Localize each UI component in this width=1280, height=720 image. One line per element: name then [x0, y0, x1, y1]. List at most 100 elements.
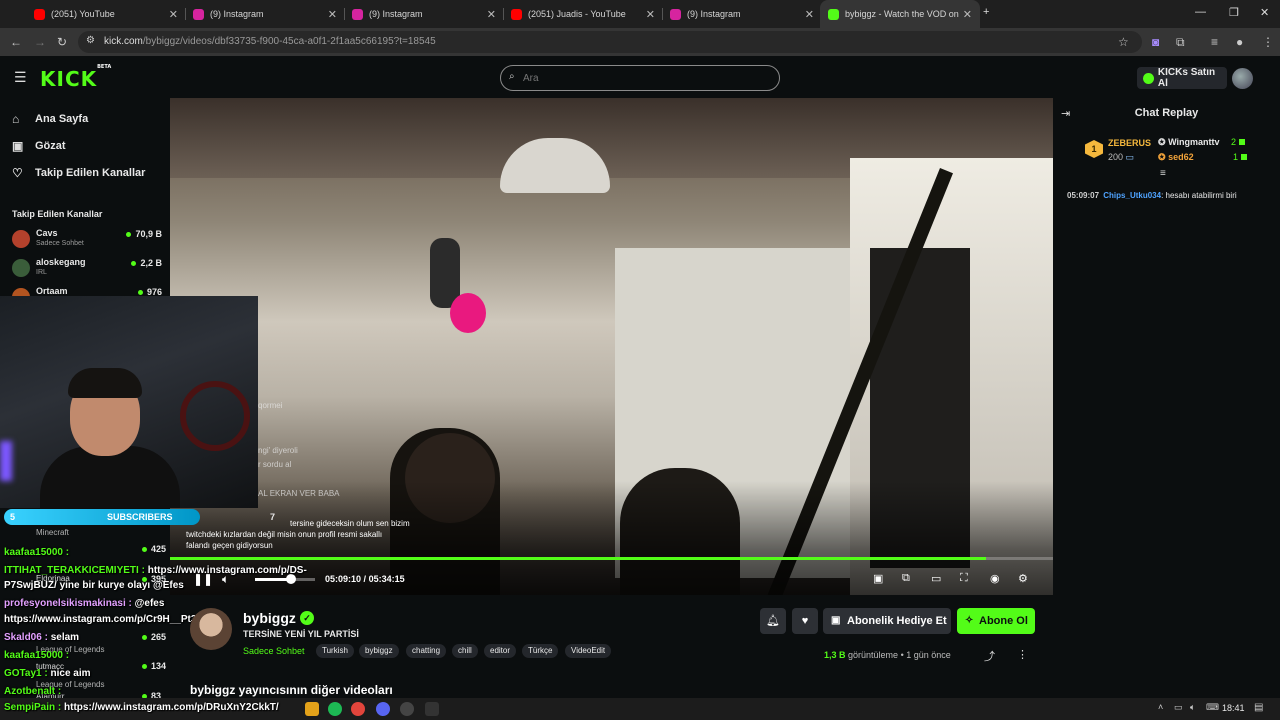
os-taskbar: SempiPain : https://www.instagram.com/p/… — [0, 698, 1280, 720]
streamer-name[interactable]: bybiggz — [243, 610, 296, 626]
overlay-chat-line: Skald06 : selam — [4, 632, 80, 643]
kick-icon — [828, 8, 839, 20]
address-bar[interactable]: ⚙ kick.com/bybiggz/videos/dbf33735-f900-… — [78, 31, 1142, 53]
chat-message: 05:09:07 Chips_Utku034: hesabı atabilirm… — [1067, 191, 1237, 200]
stream-tag[interactable]: Turkish — [316, 644, 354, 658]
settings-gear-icon[interactable]: ⚙ — [1018, 572, 1028, 585]
back-icon[interactable]: ← — [10, 35, 22, 49]
browser-tab[interactable]: (2051) YouTube ✕ — [26, 0, 186, 28]
stream-tag[interactable]: chatting — [406, 644, 447, 658]
gift-subscription-button[interactable]: Abonelik Hediye Et — [823, 608, 951, 634]
follow-heart-button[interactable]: ♥ — [792, 608, 818, 634]
stream-category[interactable]: Sadece Sohbet — [243, 646, 305, 656]
channel-category: IRL — [36, 269, 47, 276]
stream-tag[interactable]: VideoEdit — [565, 644, 612, 658]
stream-tag[interactable]: chill — [452, 644, 478, 658]
obs-icon[interactable] — [400, 702, 414, 716]
overlay-chat-line: Azotbenalt : — [4, 686, 62, 697]
browser-toolbar: ← → ↻ ⚙ kick.com/bybiggz/videos/dbf33735… — [0, 28, 1280, 56]
nav-following[interactable]: ♡ Takip Edilen Kanallar — [12, 166, 145, 180]
followed-channel[interactable]: aloskegang IRL 2,2 B — [12, 256, 162, 282]
more-options-icon[interactable]: ⋮ — [1017, 648, 1028, 661]
chrome-icon[interactable] — [351, 702, 365, 716]
overlay-faint-text: tersine gideceksin olum sen bizim — [290, 519, 410, 528]
channel-name: aloskegang — [36, 257, 86, 267]
browser-tab[interactable]: (2051) Juadis - YouTube ✕ — [503, 0, 663, 28]
kick-logo[interactable]: KICKBETA — [40, 64, 111, 91]
reload-icon[interactable]: ↻ — [57, 35, 67, 49]
browser-tab-active[interactable]: bybiggz - Watch the VOD on K ✕ — [820, 0, 980, 28]
leader-name[interactable]: ZEBERUS — [1108, 138, 1151, 148]
stream-tag[interactable]: bybiggz — [359, 644, 399, 658]
reading-list-icon[interactable]: ≡ — [1211, 35, 1218, 49]
tab-title: (9) Instagram — [369, 9, 423, 19]
speaker-icon[interactable]: 🔈︎ — [1190, 702, 1195, 713]
streamer-avatar[interactable] — [190, 608, 232, 650]
close-icon[interactable]: ✕ — [646, 8, 655, 21]
overlay-faint-text: qormei — [258, 401, 283, 410]
kicks-coin-icon — [1143, 72, 1154, 84]
leader-name[interactable]: ✪ Wingmanttv — [1158, 137, 1219, 148]
window-close-icon[interactable]: ✕ — [1260, 6, 1269, 19]
file-explorer-icon[interactable] — [305, 702, 319, 716]
close-icon[interactable]: ✕ — [487, 8, 496, 21]
browser-menu-icon[interactable]: ⋮ — [1262, 35, 1274, 49]
tab-title: (2051) Juadis - YouTube — [528, 9, 626, 19]
followed-channel[interactable]: Cavs Sadece Sohbet 70,9 B — [12, 227, 162, 253]
subscribers-banner: 5 SUBSCRIBERS — [4, 509, 200, 525]
channel-avatar — [12, 259, 30, 277]
user-avatar[interactable] — [1232, 68, 1253, 89]
browser-tab[interactable]: (9) Instagram ✕ — [344, 0, 504, 28]
browser-tab[interactable]: (9) Instagram ✕ — [185, 0, 345, 28]
new-tab-icon[interactable]: + — [983, 6, 989, 18]
forward-icon[interactable]: → — [34, 35, 46, 49]
leader-name[interactable]: ✪ sed62 — [1158, 152, 1194, 163]
network-icon[interactable]: ▭ — [1174, 702, 1183, 713]
video-progress-bar[interactable] — [170, 557, 1053, 560]
minimize-icon[interactable]: — — [1195, 6, 1206, 18]
close-icon[interactable]: ✕ — [328, 8, 337, 21]
expand-leaderboard-icon[interactable]: ≡ — [1160, 168, 1166, 179]
volume-slider[interactable] — [255, 574, 315, 584]
close-icon[interactable]: ✕ — [169, 8, 178, 21]
profile-icon[interactable]: ● — [1236, 35, 1243, 49]
search-input[interactable] — [523, 70, 763, 86]
fullscreen-icon[interactable]: ⛶ — [960, 572, 968, 585]
hamburger-menu-icon[interactable]: ☰ — [14, 69, 27, 86]
view-count: 1,3 B görüntüleme • 1 gün önce — [824, 650, 951, 660]
language-icon[interactable]: ⌨ — [1206, 702, 1219, 713]
mini-player-icon[interactable]: ⧉ — [902, 572, 910, 585]
extension-icon[interactable]: ◙ — [1152, 35, 1159, 49]
theater-mode-icon[interactable]: ▭ — [931, 572, 941, 585]
extensions-puzzle-icon[interactable]: ⧉ — [1176, 35, 1185, 50]
subscribe-button[interactable]: Abone Ol — [957, 608, 1035, 634]
channel-category: Sadece Sohbet — [36, 240, 84, 247]
stream-tag[interactable]: editor — [484, 644, 517, 658]
playback-speed-icon[interactable]: ◉ — [990, 572, 1000, 585]
nav-home[interactable]: ⌂ Ana Sayfa — [12, 112, 88, 126]
discord-icon[interactable] — [376, 702, 390, 716]
nav-browse[interactable]: ▣ Gözat — [12, 139, 66, 153]
buy-kicks-button[interactable]: KICKs Satın Al — [1137, 67, 1227, 89]
taskbar-clock[interactable]: 18:41 — [1222, 703, 1245, 713]
stream-tag[interactable]: Türkçe — [522, 644, 559, 658]
tray-chevron-icon[interactable]: ˄ — [1158, 702, 1163, 712]
chat-panel: ⇥ Chat Replay 1 ZEBERUS 200 ▭ ✪ Wingmant… — [1053, 98, 1280, 698]
tab-title: (9) Instagram — [687, 9, 741, 19]
close-icon[interactable]: ✕ — [963, 8, 972, 21]
site-info-icon[interactable]: ⚙ — [86, 35, 95, 46]
share-icon[interactable]: ⤴ — [984, 648, 995, 664]
search-box[interactable]: ⌕ — [500, 65, 780, 91]
clip-icon[interactable]: ▣ — [873, 572, 883, 585]
close-icon[interactable]: ✕ — [805, 8, 814, 21]
bookmark-star-icon[interactable]: ☆ — [1118, 35, 1129, 49]
notification-bell-button[interactable]: 🔔︎ — [760, 608, 786, 634]
instagram-icon — [352, 8, 363, 20]
overlay-faint-text: falandı geçen gidiyorsun — [186, 541, 273, 550]
spotify-icon[interactable] — [328, 702, 342, 716]
notifications-icon[interactable]: ▤ — [1254, 702, 1263, 713]
browser-tab[interactable]: (9) Instagram ✕ — [662, 0, 822, 28]
overlay-chat-line: SempiPain : https://www.instagram.com/p/… — [4, 702, 279, 713]
app-icon[interactable] — [425, 702, 439, 716]
maximize-icon[interactable]: ❐ — [1229, 6, 1239, 19]
